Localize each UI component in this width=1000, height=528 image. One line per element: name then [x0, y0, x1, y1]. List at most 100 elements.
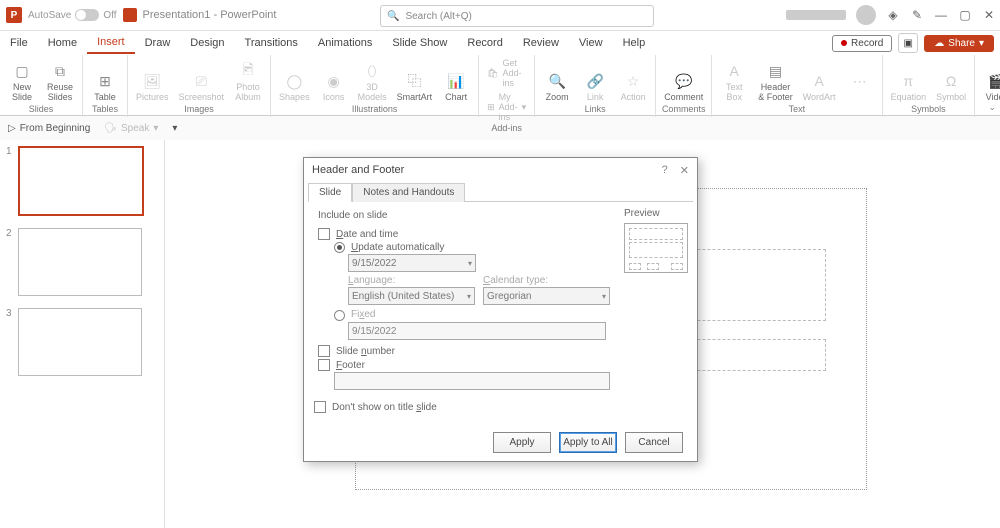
- thumb-number: 1: [6, 146, 14, 216]
- shapes-button[interactable]: ◯Shapes: [275, 70, 314, 104]
- footer-label: Footer: [336, 360, 365, 371]
- share-button[interactable]: ☁ Share ▾: [924, 35, 994, 52]
- chart-button[interactable]: 📊Chart: [438, 70, 474, 104]
- calendar-combo[interactable]: Gregorian▾: [483, 287, 610, 305]
- update-auto-radio[interactable]: [334, 242, 345, 253]
- tab-slide[interactable]: Slide: [308, 183, 352, 202]
- restore-icon[interactable]: ▢: [958, 8, 972, 22]
- search-icon: 🔍: [387, 11, 399, 22]
- thumb-preview[interactable]: [18, 146, 144, 216]
- wordart-button[interactable]: AWordArt: [799, 70, 840, 104]
- save-icon[interactable]: [123, 8, 137, 22]
- close-icon[interactable]: ✕: [680, 164, 689, 177]
- photo-album-button[interactable]: 🖻Photo Album: [230, 60, 266, 104]
- get-addins-button[interactable]: 🛍Get Add-ins: [483, 57, 530, 89]
- screenshot-button[interactable]: ⎚Screenshot: [175, 70, 229, 104]
- menu-help[interactable]: Help: [613, 33, 656, 53]
- help-icon[interactable]: ?: [662, 164, 668, 177]
- thumb-number: 3: [6, 308, 14, 376]
- equation-button[interactable]: πEquation: [887, 70, 931, 104]
- slide-thumb-3[interactable]: 3: [6, 308, 158, 376]
- group-addins-label: Add-ins: [491, 123, 522, 134]
- search-placeholder: Search (Alt+Q): [405, 11, 471, 22]
- menu-design[interactable]: Design: [180, 33, 234, 53]
- menu-file[interactable]: File: [0, 33, 38, 53]
- speak-button[interactable]: 🗣Speak ▾: [104, 123, 158, 134]
- apply-to-all-button[interactable]: Apply to All: [559, 432, 617, 453]
- text-more[interactable]: ⋯: [842, 70, 878, 104]
- chevron-down-icon: ▾: [468, 259, 472, 268]
- menu-slideshow[interactable]: Slide Show: [382, 33, 457, 53]
- zoom-button[interactable]: 🔍Zoom: [539, 70, 575, 104]
- language-combo[interactable]: English (United States)▾: [348, 287, 475, 305]
- avatar[interactable]: [856, 5, 876, 25]
- slide-number-checkbox[interactable]: [318, 345, 330, 357]
- cancel-button[interactable]: Cancel: [625, 432, 683, 453]
- table-button[interactable]: ⊞Table: [87, 70, 123, 104]
- ribbon-expand-icon[interactable]: ⌄: [988, 102, 996, 113]
- autosave-toggle[interactable]: AutoSave Off: [28, 9, 117, 21]
- menu-view[interactable]: View: [569, 33, 613, 53]
- pen-icon[interactable]: ✎: [910, 8, 924, 22]
- ribbon: ▢New Slide ⧉Reuse Slides Slides ⊞Table T…: [0, 55, 1000, 116]
- chart-icon: 📊: [447, 72, 465, 90]
- language-label: Language:: [348, 275, 475, 286]
- sub-more-button[interactable]: ▾: [172, 123, 177, 134]
- dialog-buttons: Apply Apply to All Cancel: [304, 424, 697, 461]
- group-comments-label: Comments: [662, 104, 706, 115]
- diamond-icon[interactable]: ◈: [886, 8, 900, 22]
- comment-button[interactable]: 💬Comment: [660, 70, 707, 104]
- menu-home[interactable]: Home: [38, 33, 87, 53]
- pictures-button[interactable]: 🖼Pictures: [132, 70, 173, 104]
- close-icon[interactable]: ✕: [982, 8, 996, 22]
- apply-button[interactable]: Apply: [493, 432, 551, 453]
- switch-icon[interactable]: [75, 9, 99, 21]
- link-button[interactable]: 🔗Link: [577, 70, 613, 104]
- dont-show-title-checkbox[interactable]: [314, 401, 326, 413]
- 3d-models-button[interactable]: ⬯3D Models: [354, 60, 391, 104]
- textbox-button[interactable]: AText Box: [716, 60, 752, 104]
- chevron-down-icon: ▾: [602, 292, 606, 301]
- from-beginning-button[interactable]: ▷From Beginning: [8, 123, 90, 134]
- record-button[interactable]: Record: [832, 35, 892, 52]
- minimize-icon[interactable]: —: [934, 8, 948, 22]
- slide-panel[interactable]: 1 2 3: [0, 140, 165, 528]
- symbol-button[interactable]: ΩSymbol: [932, 70, 970, 104]
- menu-review[interactable]: Review: [513, 33, 569, 53]
- autosave-label: AutoSave: [28, 10, 71, 21]
- tab-notes-handouts[interactable]: Notes and Handouts: [352, 183, 465, 202]
- smartart-icon: ⿻: [405, 72, 423, 90]
- menu-transitions[interactable]: Transitions: [235, 33, 308, 53]
- fixed-radio[interactable]: [334, 310, 345, 321]
- menu-record[interactable]: Record: [457, 33, 512, 53]
- search-input[interactable]: 🔍 Search (Alt+Q): [380, 5, 654, 27]
- slide-number-label: Slide number: [336, 346, 395, 357]
- footer-checkbox[interactable]: [318, 359, 330, 371]
- preview-label: Preview: [624, 208, 688, 219]
- dialog-title: Header and Footer: [312, 164, 404, 176]
- action-button[interactable]: ☆Action: [615, 70, 651, 104]
- thumb-preview[interactable]: [18, 228, 142, 296]
- reuse-slides-button[interactable]: ⧉Reuse Slides: [42, 60, 78, 104]
- date-combo[interactable]: 9/15/2022▾: [348, 254, 476, 272]
- new-slide-button[interactable]: ▢New Slide: [4, 60, 40, 104]
- pictures-icon: 🖼: [143, 72, 161, 90]
- icons-button[interactable]: ◉Icons: [316, 70, 352, 104]
- dialog-titlebar: Header and Footer ? ✕: [304, 158, 697, 182]
- smartart-button[interactable]: ⿻SmartArt: [393, 70, 437, 104]
- header-footer-button[interactable]: ▤Header & Footer: [754, 60, 797, 104]
- present-icon[interactable]: ▣: [898, 33, 918, 53]
- footer-field[interactable]: [334, 372, 610, 390]
- date-time-checkbox[interactable]: [318, 228, 330, 240]
- slide-thumb-1[interactable]: 1: [6, 146, 158, 216]
- menu-insert[interactable]: Insert: [87, 32, 135, 54]
- menu-draw[interactable]: Draw: [135, 33, 181, 53]
- reuse-icon: ⧉: [51, 62, 69, 80]
- cube-icon: ⬯: [363, 62, 381, 80]
- my-addins-button[interactable]: ⊞My Add-ins ▾: [483, 91, 530, 123]
- menu-animations[interactable]: Animations: [308, 33, 382, 53]
- video-button[interactable]: 🎬Video: [979, 70, 1000, 104]
- slide-thumb-2[interactable]: 2: [6, 228, 158, 296]
- thumb-preview[interactable]: [18, 308, 142, 376]
- fixed-date-field[interactable]: 9/15/2022: [348, 322, 606, 340]
